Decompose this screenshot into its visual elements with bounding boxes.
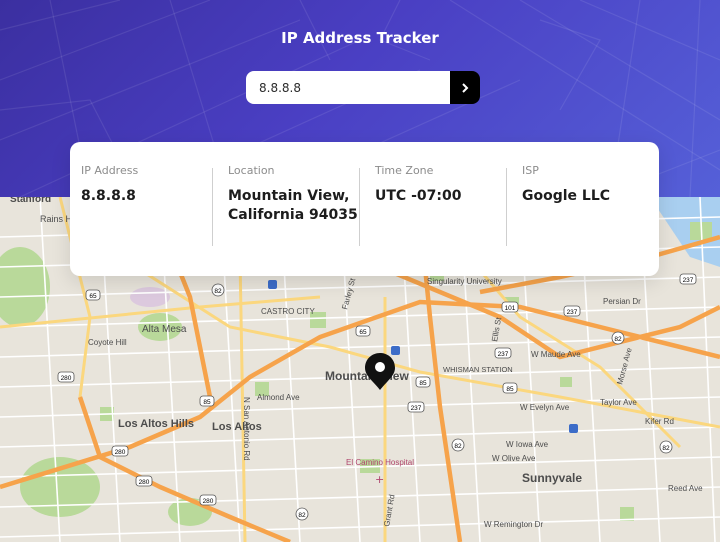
svg-text:280: 280 [139, 479, 150, 486]
label-reed-ave: Reed Ave [668, 484, 703, 493]
chevron-right-icon [462, 82, 469, 93]
timezone-value: UTC -07:00 [375, 188, 462, 204]
transit-icon [268, 280, 277, 289]
svg-text:65: 65 [359, 329, 367, 336]
svg-text:237: 237 [567, 309, 578, 316]
isp-label: ISP [522, 164, 539, 177]
label-w-remington: W Remington Dr [484, 520, 543, 529]
label-taylor-ave: Taylor Ave [600, 398, 637, 407]
svg-text:82: 82 [662, 445, 670, 452]
label-el-camino-hospital: El Camino Hospital [346, 458, 414, 467]
label-w-iowa: W Iowa Ave [506, 440, 549, 449]
location-section: Location Mountain View, California 94035 [212, 164, 359, 276]
search-submit-button[interactable] [450, 71, 480, 104]
svg-text:82: 82 [298, 512, 306, 519]
label-w-evelyn: W Evelyn Ave [520, 403, 570, 412]
ip-address-label: IP Address [81, 164, 139, 177]
svg-text:82: 82 [214, 288, 222, 295]
svg-text:65: 65 [89, 293, 97, 300]
label-coyote-hill: Coyote Hill [88, 338, 127, 347]
location-label: Location [228, 164, 275, 177]
transit-icon [391, 346, 400, 355]
label-castro-city: CASTRO CITY [261, 307, 315, 316]
transit-icon [569, 424, 578, 433]
timezone-section: Time Zone UTC -07:00 [359, 164, 506, 276]
svg-text:101: 101 [505, 305, 516, 312]
label-persian-dr: Persian Dr [603, 297, 641, 306]
ip-info-panel: IP Address 8.8.8.8 Location Mountain Vie… [70, 142, 659, 276]
isp-section: ISP Google LLC [506, 164, 656, 276]
map-campus-area [130, 287, 170, 307]
svg-text:82: 82 [614, 336, 622, 343]
svg-text:85: 85 [506, 386, 514, 393]
timezone-label: Time Zone [375, 164, 434, 177]
label-alta-mesa: Alta Mesa [142, 324, 187, 335]
label-san-antonio: N San Antonio Rd [242, 397, 251, 461]
page-title: IP Address Tracker [281, 29, 439, 47]
label-w-maude: W Maude Ave [531, 350, 581, 359]
svg-text:237: 237 [411, 405, 422, 412]
label-los-altos-hills: Los Altos Hills [118, 418, 194, 430]
label-w-olive: W Olive Ave [492, 454, 536, 463]
label-kifer-rd: Kifer Rd [645, 417, 674, 426]
isp-value: Google LLC [522, 188, 611, 204]
svg-text:237: 237 [683, 277, 694, 284]
svg-text:237: 237 [498, 351, 509, 358]
ip-address-value: 8.8.8.8 [81, 188, 136, 204]
label-rains: Rains H [40, 214, 72, 224]
svg-text:85: 85 [419, 380, 427, 387]
label-stanford: Stanford [10, 197, 51, 205]
ip-search-input[interactable] [246, 71, 450, 104]
location-value-line2: California 94035 [228, 207, 358, 223]
hospital-icon: + [375, 473, 384, 486]
svg-text:82: 82 [454, 443, 462, 450]
label-singularity: Singularity University [427, 277, 502, 286]
location-value-line1: Mountain View, [228, 188, 350, 204]
label-los-altos: Los Altos [212, 421, 262, 433]
ip-address-section: IP Address 8.8.8.8 [70, 164, 212, 276]
label-sunnyvale: Sunnyvale [522, 471, 582, 485]
ip-search-form [246, 71, 480, 104]
svg-text:85: 85 [203, 399, 211, 406]
label-almond-ave: Almond Ave [257, 393, 300, 402]
label-whisman-station: WHISMAN STATION [443, 365, 513, 374]
svg-text:280: 280 [115, 449, 126, 456]
svg-text:280: 280 [61, 375, 72, 382]
svg-text:280: 280 [203, 498, 214, 505]
